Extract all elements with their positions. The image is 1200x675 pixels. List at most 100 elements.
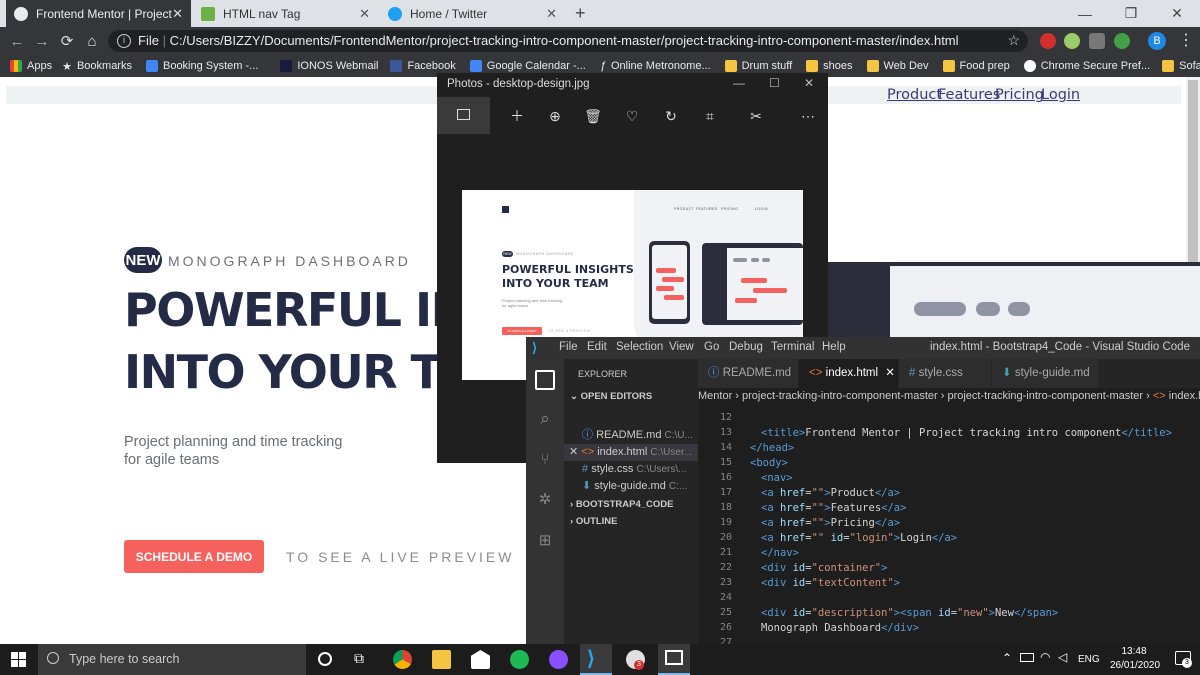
schedule-demo-button[interactable]: SCHEDULE A DEMO xyxy=(124,540,264,573)
breadcrumb-item[interactable]: project-tracking-intro-component-master xyxy=(947,390,1143,402)
menu-debug[interactable]: Debug xyxy=(729,341,763,353)
breadcrumb-item[interactable]: Mentor xyxy=(698,390,732,402)
code-line-20[interactable]: <a href="" id="login">Login</a> xyxy=(761,532,957,544)
bookmark-metronome[interactable]: ƒ Online Metronome... xyxy=(600,60,711,72)
delete-icon[interactable]: 🗑 xyxy=(584,107,602,125)
extensions-icon[interactable]: ⊞ xyxy=(535,531,555,551)
extension-green-icon[interactable] xyxy=(1064,33,1080,49)
debug-icon[interactable]: ✲ xyxy=(535,490,555,510)
code-line-14[interactable]: </head> xyxy=(750,442,794,454)
code-line-15[interactable]: <body> xyxy=(750,457,788,469)
clock[interactable]: 13:48 26/01/2020 xyxy=(1110,645,1160,673)
bookmark-facebook[interactable]: Facebook xyxy=(390,60,456,72)
minimize-window-button[interactable]: — xyxy=(1062,0,1108,27)
reload-icon[interactable]: ⟳ xyxy=(58,32,76,50)
bookmark-chrome-secure[interactable]: Chrome Secure Pref... xyxy=(1023,60,1150,72)
language-indicator[interactable]: ENG xyxy=(1078,654,1100,665)
nav-link-product[interactable]: Product xyxy=(887,87,942,103)
action-center-icon[interactable]: 3 xyxy=(1175,651,1192,668)
editor-tab-style[interactable]: # style.css xyxy=(899,359,991,388)
search-icon[interactable]: ⌕ xyxy=(535,409,555,429)
rotate-icon[interactable]: ↻ xyxy=(662,107,680,125)
menu-selection[interactable]: Selection xyxy=(616,341,663,353)
bookmark-drum-stuff[interactable]: Drum stuff xyxy=(724,60,792,72)
cortana-icon[interactable] xyxy=(318,652,332,666)
extension-grey-icon[interactable] xyxy=(1089,33,1105,49)
spotify-icon[interactable] xyxy=(510,650,529,669)
breadcrumb-item[interactable]: project-tracking-intro-component-master xyxy=(742,390,938,402)
open-editor-style[interactable]: # style.css C:\Users\... xyxy=(564,461,698,478)
code-line-26[interactable]: Monograph Dashboard</div> xyxy=(761,622,919,634)
bookmark-booking-system[interactable]: Booking System -... xyxy=(145,60,258,72)
close-window-button[interactable]: ✕ xyxy=(1154,0,1200,27)
tab-frontend-mentor[interactable]: Frontend Mentor | Project trackin ✕ xyxy=(6,0,191,27)
open-editor-index[interactable]: ✕ <> index.html C:\User... xyxy=(564,444,698,461)
photos-taskbar-button[interactable] xyxy=(658,644,690,675)
nav-link-login[interactable]: Login xyxy=(1041,87,1080,103)
bookmark-bookmarks[interactable]: ★ Bookmarks xyxy=(62,60,132,73)
code-line-16[interactable]: <nav> xyxy=(761,472,793,484)
wifi-icon[interactable]: ◠ xyxy=(1040,650,1050,664)
menu-view[interactable]: View xyxy=(669,341,694,353)
bookmark-sofas[interactable]: Sofas xyxy=(1162,60,1200,72)
explorer-files-icon[interactable] xyxy=(535,370,555,390)
bookmark-food-prep[interactable]: Food prep xyxy=(942,60,1010,72)
code-line-17[interactable]: <a href="">Product</a> xyxy=(761,487,900,499)
address-bar[interactable]: i File | C:/Users/BIZZY/Documents/Fronte… xyxy=(108,30,1028,52)
github-desktop-icon[interactable] xyxy=(549,650,568,669)
extension-q-icon[interactable] xyxy=(1114,33,1130,49)
editor-tab-style-guide[interactable]: ⬇ style-guide.md xyxy=(992,359,1098,388)
chrome-taskbar-icon[interactable] xyxy=(393,650,412,669)
edit-create-icon[interactable]: ✂ xyxy=(747,107,765,125)
menu-help[interactable]: Help xyxy=(822,341,846,353)
view-all-photos-button[interactable] xyxy=(437,97,490,134)
code-line-13[interactable]: <title>Frontend Mentor | Project trackin… xyxy=(761,427,1172,439)
forward-arrow-icon[interactable]: → xyxy=(33,32,51,50)
zoom-icon[interactable]: ⊕ xyxy=(546,107,564,125)
code-line-21[interactable]: </nav> xyxy=(761,547,799,559)
photos-close-button[interactable]: ✕ xyxy=(804,76,814,90)
tab-html-nav[interactable]: HTML nav Tag ✕ xyxy=(193,0,378,27)
taskbar-search-box[interactable]: Type here to search xyxy=(38,644,306,675)
bookmark-web-dev[interactable]: Web Dev xyxy=(866,60,929,72)
workspace-section[interactable]: › BOOTSTRAP4_CODE xyxy=(564,499,673,510)
extension-red-icon[interactable] xyxy=(1040,33,1056,49)
vscode-taskbar-button[interactable]: ⟩ xyxy=(580,644,612,675)
bookmark-apps[interactable]: Apps xyxy=(10,60,52,72)
outline-section[interactable]: › OUTLINE xyxy=(564,516,618,527)
show-hidden-icons-chevron-icon[interactable]: ⌃ xyxy=(1002,651,1012,665)
close-tab-icon[interactable]: ✕ xyxy=(359,6,370,22)
code-line-22[interactable]: <div id="container"> xyxy=(761,562,887,574)
code-line-19[interactable]: <a href="">Pricing</a> xyxy=(761,517,900,529)
menu-terminal[interactable]: Terminal xyxy=(771,341,814,353)
bookmark-ionos[interactable]: IONOS Webmail xyxy=(280,60,378,72)
volume-icon[interactable]: ◁ xyxy=(1058,650,1067,664)
battery-icon[interactable] xyxy=(1020,653,1034,662)
nav-link-pricing[interactable]: Pricing xyxy=(995,87,1044,103)
more-options-icon[interactable]: ⋯ xyxy=(799,107,817,125)
task-view-icon[interactable]: ⧉ xyxy=(354,650,364,667)
code-line-25[interactable]: <div id="description"><span id="new">New… xyxy=(761,607,1058,619)
new-tab-button[interactable]: + xyxy=(575,3,586,24)
menu-file[interactable]: File xyxy=(559,341,578,353)
file-explorer-icon[interactable] xyxy=(432,650,451,669)
open-editor-readme[interactable]: ⓘ README.md C:\U... xyxy=(564,427,698,444)
breadcrumb-item[interactable]: index.html xyxy=(1169,390,1200,402)
chrome-menu-icon[interactable]: ⋮ xyxy=(1178,30,1194,50)
source-control-icon[interactable]: ⑂ xyxy=(535,450,555,470)
photos-maximize-button[interactable]: ☐ xyxy=(769,76,780,90)
windows-start-icon[interactable] xyxy=(11,652,26,667)
close-tab-icon[interactable]: ✕ xyxy=(172,6,183,22)
open-editor-style-guide[interactable]: ⬇ style-guide.md C:... xyxy=(564,478,698,495)
favorite-heart-icon[interactable]: ♡ xyxy=(623,107,641,125)
restore-window-button[interactable]: ❐ xyxy=(1108,0,1154,27)
menu-edit[interactable]: Edit xyxy=(587,341,607,353)
editor-tab-index[interactable]: <> index.html ✕ xyxy=(799,359,898,388)
code-line-18[interactable]: <a href="">Features</a> xyxy=(761,502,906,514)
close-editor-icon[interactable]: ✕ xyxy=(569,446,578,458)
tab-twitter[interactable]: Home / Twitter ✕ xyxy=(380,0,565,27)
bookmark-google-calendar[interactable]: Google Calendar -... xyxy=(469,60,586,72)
crop-icon[interactable]: ⌗ xyxy=(701,107,719,125)
photos-minimize-button[interactable]: — xyxy=(733,76,745,90)
bookmark-star-icon[interactable]: ☆ xyxy=(1007,32,1020,49)
